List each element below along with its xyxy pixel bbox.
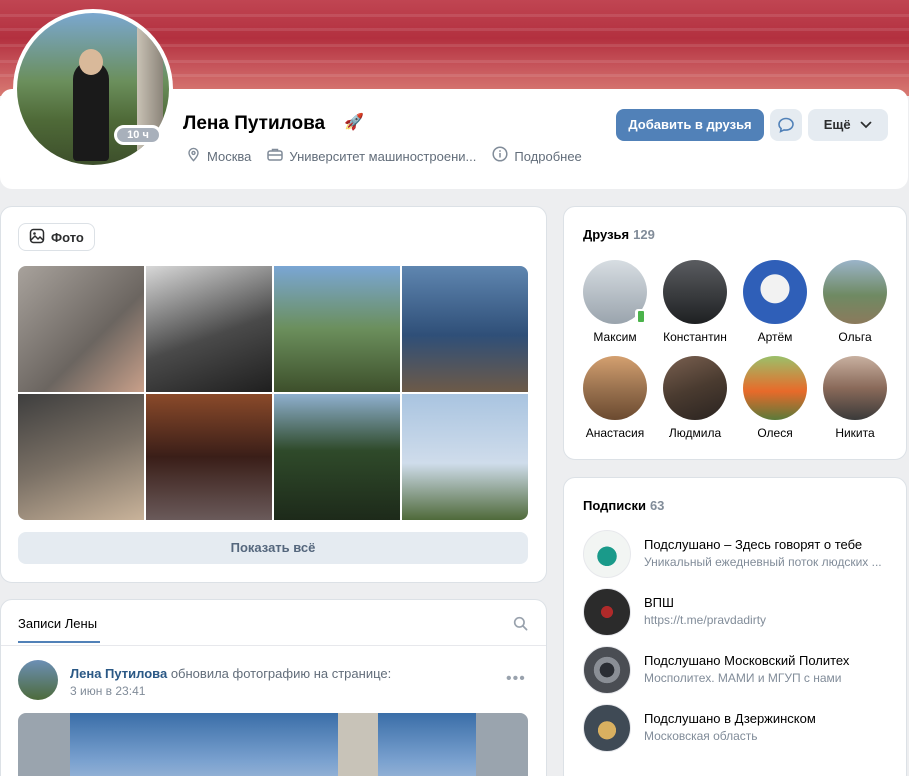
university-item[interactable]: Университет машиностроени... — [267, 147, 476, 166]
friend-item[interactable]: Максим — [575, 260, 655, 344]
friend-avatar — [823, 260, 887, 324]
friend-name: Максим — [593, 330, 637, 344]
community-name: Подслушано в Дзержинском — [644, 711, 816, 726]
show-all-photos-button[interactable]: Показать всё — [18, 532, 528, 564]
post-author-link[interactable]: Лена Путилова — [70, 666, 167, 681]
details-item[interactable]: Подробнее — [492, 146, 582, 166]
friend-avatar — [743, 260, 807, 324]
profile-avatar[interactable] — [13, 9, 173, 169]
add-friend-button[interactable]: Добавить в друзья — [616, 109, 764, 141]
photo-thumbnail[interactable] — [402, 394, 528, 520]
community-name: ВПШ — [644, 595, 674, 610]
profile-info-row: Москва Университет машиностроени... Подр… — [186, 146, 598, 166]
photos-tab-label: Фото — [51, 229, 84, 245]
friend-avatar — [823, 356, 887, 420]
photos-tab[interactable]: Фото — [18, 223, 95, 251]
subscriptions-title[interactable]: Подписки 63 — [583, 498, 664, 513]
search-icon[interactable] — [513, 616, 528, 635]
community-name: Подслушано Московский Политех — [644, 653, 850, 668]
friend-item[interactable]: Олеся — [735, 356, 815, 440]
friends-title-label: Друзья — [583, 227, 630, 242]
post-author-avatar[interactable] — [18, 660, 58, 700]
community-description: https://t.me/pravdadirty — [644, 613, 767, 627]
wall-tab-indicator — [18, 641, 100, 643]
last-seen-badge: 10 ч — [114, 125, 162, 145]
friend-item[interactable]: Константин — [655, 260, 735, 344]
friend-avatar — [663, 260, 727, 324]
info-icon — [492, 146, 508, 166]
city-label: Москва — [207, 148, 252, 164]
friend-item[interactable]: Ольга — [815, 260, 895, 344]
photos-block: Фото Показать всё — [0, 206, 547, 583]
divider — [1, 645, 546, 646]
wall-tab[interactable]: Записи Лены — [18, 616, 97, 631]
friends-block: Друзья 129 Максим Константин Артём Ольга … — [563, 206, 907, 460]
photo-thumbnail[interactable] — [18, 394, 144, 520]
friends-title[interactable]: Друзья 129 — [583, 227, 655, 242]
friend-name: Анастасия — [585, 426, 645, 440]
photo-thumbnail[interactable] — [146, 394, 272, 520]
subscription-item[interactable]: Подслушано в Дзержинском Московская обла… — [583, 704, 903, 754]
friend-item[interactable]: Никита — [815, 356, 895, 440]
photo-thumbnail[interactable] — [402, 266, 528, 392]
subscription-item[interactable]: ВПШ https://t.me/pravdadirty — [583, 588, 903, 638]
friend-avatar — [663, 356, 727, 420]
post-action-text: обновила фотографию на странице: — [167, 666, 392, 681]
post-date[interactable]: 3 июн в 23:41 — [70, 684, 145, 698]
subscriptions-title-label: Подписки — [583, 498, 646, 513]
chevron-down-icon — [860, 117, 872, 132]
more-label: Ещё — [823, 117, 851, 132]
community-avatar — [583, 530, 631, 578]
friend-name: Ольга — [838, 330, 872, 344]
community-avatar — [583, 646, 631, 694]
more-button[interactable]: Ещё — [808, 109, 888, 141]
friends-count: 129 — [633, 227, 655, 242]
post-header: Лена Путилова обновила фотографию на стр… — [70, 666, 391, 681]
city-item[interactable]: Москва — [186, 147, 251, 166]
photo-thumbnail[interactable] — [18, 266, 144, 392]
friend-name: Людмила — [668, 426, 722, 440]
photo-thumbnail[interactable] — [274, 266, 400, 392]
community-description: Уникальный ежедневный поток людских ... — [644, 555, 882, 569]
friend-name: Олеся — [757, 426, 793, 440]
friend-name: Артём — [757, 330, 793, 344]
briefcase-icon — [267, 147, 284, 166]
subscriptions-block: Подписки 63 Подслушано – Здесь говорят о … — [563, 477, 907, 776]
profile-name: Лена Путилова — [183, 113, 326, 134]
subscriptions-count: 63 — [649, 498, 665, 513]
university-label: Университет машиностроени... — [289, 148, 477, 164]
mobile-online-icon — [635, 309, 647, 324]
more-icon[interactable]: ••• — [506, 670, 526, 688]
photo-grid — [18, 266, 528, 520]
wall-block: Записи Лены Лена Путилова обновила фотог… — [0, 599, 547, 776]
community-description: Мосполитех. МАМИ и МГУП с нами — [644, 671, 842, 685]
friend-item[interactable]: Людмила — [655, 356, 735, 440]
photo-thumbnail[interactable] — [146, 266, 272, 392]
friend-name: Никита — [835, 426, 875, 440]
community-name: Подслушано – Здесь говорят о тебе — [644, 537, 863, 552]
subscription-item[interactable]: Подслушано Московский Политех Мосполитех… — [583, 646, 903, 696]
community-avatar — [583, 588, 631, 636]
friend-item[interactable]: Анастасия — [575, 356, 655, 440]
rocket-icon[interactable]: 🚀 — [344, 112, 364, 132]
image-icon — [29, 228, 45, 247]
friend-avatar — [583, 260, 647, 324]
message-button[interactable] — [770, 109, 802, 141]
photo-thumbnail[interactable] — [274, 394, 400, 520]
community-description: Московская область — [644, 729, 758, 743]
friend-avatar — [583, 356, 647, 420]
message-icon — [777, 116, 795, 133]
details-label: Подробнее — [514, 148, 582, 164]
community-avatar — [583, 704, 631, 752]
friend-name: Константин — [663, 330, 727, 344]
friend-avatar — [743, 356, 807, 420]
friend-item[interactable]: Артём — [735, 260, 815, 344]
post-image[interactable] — [18, 713, 528, 776]
subscription-item[interactable]: Подслушано – Здесь говорят о тебе Уникал… — [583, 530, 903, 580]
location-icon — [186, 147, 201, 166]
